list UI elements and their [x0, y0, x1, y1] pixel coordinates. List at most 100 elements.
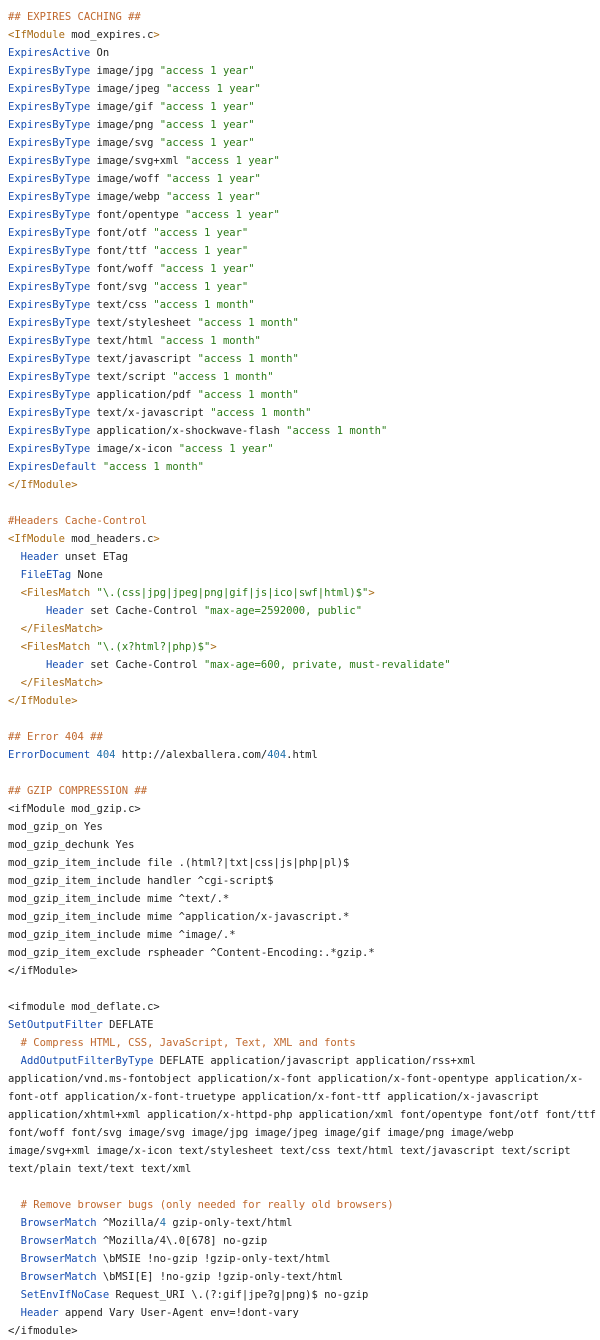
code-line: ExpiresByType image/png "access 1 year" [8, 116, 600, 134]
code-line: Header unset ETag [8, 548, 600, 566]
code-token-kw: Header [45, 605, 84, 617]
code-line: ExpiresByType font/otf "access 1 year" [8, 224, 600, 242]
code-token-str: "max-age=2592000, public" [203, 605, 363, 617]
code-line: ## GZIP COMPRESSION ## [8, 782, 600, 800]
code-token-plain: </ifmodule> [8, 1325, 78, 1337]
code-token-kw: ExpiresByType [8, 137, 91, 149]
code-token-kw: ExpiresByType [8, 173, 91, 185]
code-token-kw: ExpiresByType [8, 119, 91, 131]
code-token-plain: mod_gzip_dechunk Yes [8, 839, 135, 851]
code-token-plain: font/svg [90, 281, 154, 293]
code-line: Header set Cache-Control "max-age=259200… [8, 602, 600, 620]
code-line: ## Error 404 ## [8, 728, 600, 746]
code-line: BrowserMatch \bMSI[E] !no-gzip !gzip-onl… [8, 1268, 600, 1286]
code-token-tag: > [153, 29, 160, 41]
code-line: ExpiresByType font/ttf "access 1 year" [8, 242, 600, 260]
code-token-plain: font/opentype [90, 209, 186, 221]
code-token-str: "access 1 year" [178, 443, 274, 455]
code-token-plain: http://alexballera.com/ [115, 749, 268, 761]
code-token-str: "access 1 year" [166, 191, 261, 203]
code-token-tag: > [210, 641, 217, 653]
code-token-plain: mod_gzip_item_include mime ^text/.* [8, 893, 230, 905]
code-token-plain: set Cache-Control [83, 659, 204, 671]
code-token-kw: ErrorDocument [8, 749, 91, 761]
code-token-kw: AddOutputFilterByType [20, 1055, 154, 1067]
code-token-str: "access 1 year" [159, 101, 255, 113]
code-line: mod_gzip_item_include mime ^application/… [8, 908, 600, 926]
code-token-str: "access 1 year" [153, 227, 249, 239]
code-line: BrowserMatch \bMSIE !no-gzip !gzip-only-… [8, 1250, 600, 1268]
code-token-str: "access 1 year" [185, 155, 280, 167]
code-token-kw: BrowserMatch [20, 1271, 97, 1283]
code-line: ExpiresByType application/pdf "access 1 … [8, 386, 600, 404]
code-line: ExpiresByType image/woff "access 1 year" [8, 170, 600, 188]
code-token-str: "access 1 year" [159, 137, 255, 149]
code-token-plain: \bMSIE !no-gzip !gzip-only-text/html [96, 1253, 331, 1265]
code-token-kw: SetOutputFilter [8, 1019, 103, 1031]
code-token-kw: Header [20, 1307, 59, 1319]
code-line: </IfModule> [8, 476, 600, 494]
code-token-plain: DEFLATE [102, 1019, 154, 1031]
code-line: FileETag None [8, 566, 600, 584]
code-token-plain: text/script [90, 371, 173, 383]
code-token-str: "\.(css|jpg|jpeg|png|gif|js|ico|swf|html… [96, 587, 369, 599]
code-line: BrowserMatch ^Mozilla/4 gzip-only-text/h… [8, 1214, 600, 1232]
code-token-kw: FileETag [20, 569, 72, 581]
code-line: <ifModule mod_gzip.c> [8, 800, 600, 818]
code-token-plain: set Cache-Control [83, 605, 204, 617]
code-token-kw: SetEnvIfNoCase [20, 1289, 110, 1301]
code-token-plain: mod_gzip_item_include file .(html?|txt|c… [8, 857, 350, 869]
code-token-plain: image/jpg [90, 65, 160, 77]
code-token-tag: </IfModule> [8, 479, 78, 491]
code-token-kw: ExpiresByType [8, 155, 91, 167]
code-line: <IfModule mod_expires.c> [8, 26, 600, 44]
code-token-tag: </FilesMatch> [20, 623, 103, 635]
code-token-str: "\.(x?html?|php)$" [96, 641, 211, 653]
code-line: </FilesMatch> [8, 674, 600, 692]
code-token-cmt: ## GZIP COMPRESSION ## [8, 785, 148, 797]
code-token-kw: ExpiresByType [8, 335, 91, 347]
code-token-tag: </FilesMatch> [20, 677, 103, 689]
code-token-plain: DEFLATE application/javascript applicati… [8, 1055, 596, 1175]
code-token-plain: application/pdf [90, 389, 198, 401]
code-token-tag: > [153, 533, 160, 545]
code-token-tag: <IfModule [8, 533, 65, 545]
code-token-plain: unset ETag [58, 551, 129, 563]
code-token-plain: font/woff [90, 263, 160, 275]
code-line: </ifModule> [8, 962, 600, 980]
code-token-plain: image/woff [90, 173, 167, 185]
code-line: ErrorDocument 404 http://alexballera.com… [8, 746, 600, 764]
code-line: <FilesMatch "\.(css|jpg|jpeg|png|gif|js|… [8, 584, 600, 602]
code-token-kw: ExpiresByType [8, 101, 91, 113]
code-token-str: "access 1 month" [197, 389, 299, 401]
code-token-kw: ExpiresByType [8, 353, 91, 365]
htaccess-code-listing: ## EXPIRES CACHING ## <IfModule mod_expir… [0, 0, 600, 1337]
code-line: # Remove browser bugs (only needed for r… [8, 1196, 600, 1214]
code-token-plain: mod_gzip_on Yes [8, 821, 103, 833]
code-token-plain: ^Mozilla/ [96, 1217, 160, 1229]
code-token-plain: text/css [90, 299, 154, 311]
code-token-plain: text/html [90, 335, 160, 347]
code-token-plain: Request_URI \.(?:gif|jpe?g|png)$ no-gzip [109, 1289, 369, 1301]
code-line: ExpiresByType image/jpg "access 1 year" [8, 62, 600, 80]
code-token-str: "access 1 year" [159, 119, 255, 131]
code-token-plain: application/x-shockwave-flash [90, 425, 287, 437]
code-token-num: 404 [96, 749, 116, 761]
code-token-cmt: ## Error 404 ## [8, 731, 103, 743]
code-token-str: "access 1 month" [286, 425, 388, 437]
code-token-plain: mod_gzip_item_include mime ^image/.* [8, 929, 236, 941]
code-token-plain: None [71, 569, 103, 581]
code-token-cmt: # Compress HTML, CSS, JavaScript, Text, … [20, 1037, 356, 1049]
code-token-plain: mod_gzip_item_include mime ^application/… [8, 911, 350, 923]
code-token-str: "access 1 month" [153, 299, 255, 311]
code-line: #Headers Cache-Control [8, 512, 600, 530]
code-line: BrowserMatch ^Mozilla/4\.0[678] no-gzip [8, 1232, 600, 1250]
